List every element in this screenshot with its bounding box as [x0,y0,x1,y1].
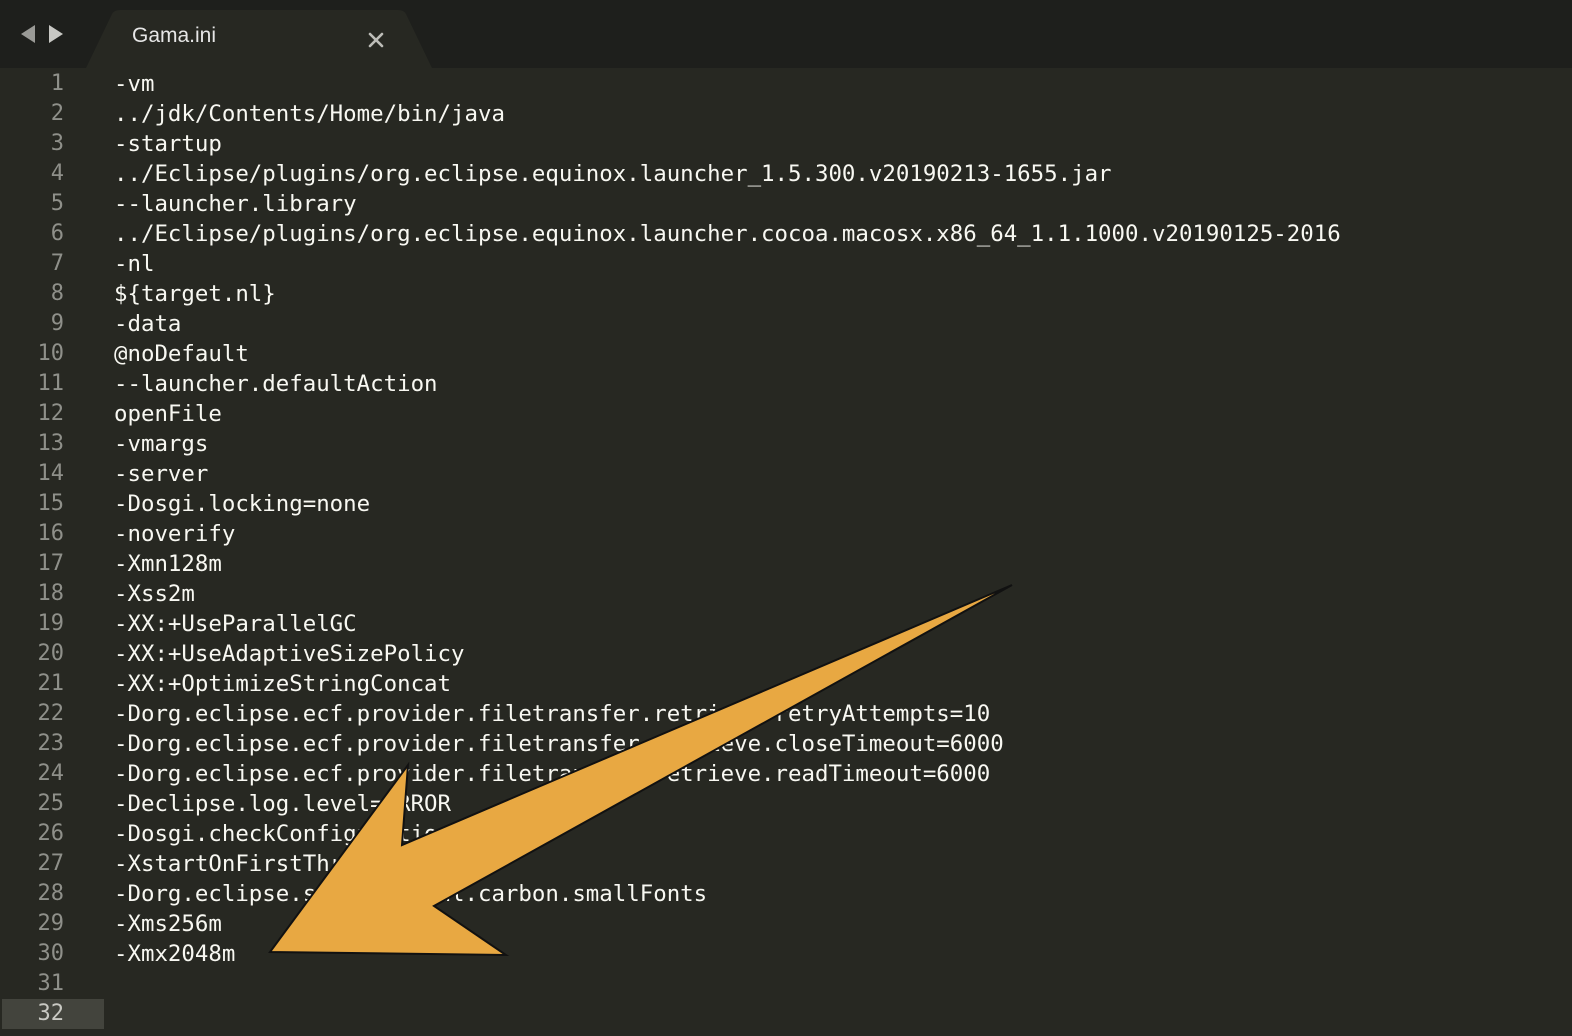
code-line[interactable]: -Dorg.eclipse.ecf.provider.filetransfer.… [114,759,990,789]
code-line[interactable]: -data [114,309,181,339]
line-number: 18 [37,581,65,606]
tab-title: Gama.ini [132,24,217,47]
code-line[interactable]: -Xss2m [114,579,195,609]
line-number: 5 [50,191,64,216]
line-number-gutter: 1 2 3 4 5 6 7 8 9 10 11 12 13 14 15 16 17 18 19 20 21 22 23 24 2… [0,68,104,1036]
line-number: 31 [37,971,65,996]
code-line[interactable]: -Dorg.eclipse.ecf.provider.filetransfer.… [114,729,1004,759]
line-number: 12 [37,401,65,426]
line-number: 25 [37,791,65,816]
line-number: 13 [37,431,65,456]
code-line[interactable]: ../Eclipse/plugins/org.eclipse.equinox.l… [114,159,1112,189]
line-number: 26 [37,821,65,846]
code-line[interactable]: --launcher.library [114,189,357,219]
code-line[interactable]: -vmargs [114,429,208,459]
forward-button[interactable] [46,22,66,46]
line-number: 15 [37,491,65,516]
code-line[interactable]: openFile [114,399,222,429]
code-line[interactable]: -Xms256m [114,909,222,939]
code-line[interactable]: -Dorg.eclipse.swt.internal.carbon.smallF… [114,879,707,909]
tab-close-button[interactable] [366,30,386,50]
line-number: 3 [50,131,64,156]
line-number: 17 [37,551,65,576]
line-number: 16 [37,521,65,546]
code-line[interactable]: ../jdk/Contents/Home/bin/java [114,99,505,129]
line-number: 19 [37,611,65,636]
line-number: 4 [50,161,64,186]
code-line[interactable]: -XX:+UseParallelGC [114,609,357,639]
line-number: 2 [50,101,64,126]
code-area[interactable]: -vm ../jdk/Contents/Home/bin/java -startup… [114,68,1564,1036]
code-line[interactable]: -startup [114,129,222,159]
code-line[interactable]: -Xmx2048m [114,939,235,969]
line-number: 6 [50,221,64,246]
code-line[interactable]: @noDefault [114,339,249,369]
line-number: 23 [37,731,65,756]
editor-window: Gama.ini 1 2 3 4 5 6 7 8 9 10 11 12 13 14 15 16 17 18 19 20… [0,0,1572,1036]
code-editor[interactable]: 1 2 3 4 5 6 7 8 9 10 11 12 13 14 15 16 17 18 19 20 21 22 23 24 2… [0,68,1572,1036]
line-number: 11 [37,371,65,396]
triangle-right-icon [49,25,63,43]
back-button[interactable] [18,22,38,46]
tab-bar: Gama.ini [0,0,1572,68]
code-line[interactable]: -Dorg.eclipse.ecf.provider.filetransfer.… [114,699,990,729]
line-number: 9 [50,311,64,336]
code-line[interactable]: -Xmn128m [114,549,222,579]
tab-gama-ini[interactable]: Gama.ini [86,10,432,68]
code-line[interactable]: -XX:+OptimizeStringConcat [114,669,451,699]
code-line[interactable]: -Declipse.log.level=ERROR [114,789,451,819]
code-line[interactable]: -XX:+UseAdaptiveSizePolicy [114,639,465,669]
line-number: 28 [37,881,65,906]
line-number: 27 [37,851,65,876]
line-number: 7 [50,251,64,276]
line-number: 29 [37,911,65,936]
code-line[interactable]: ${target.nl} [114,279,276,309]
line-number: 24 [37,761,65,786]
code-line[interactable]: -XstartOnFirstThread [114,849,384,879]
code-line[interactable]: -nl [114,249,154,279]
code-line[interactable]: -server [114,459,208,489]
triangle-left-icon [21,25,35,43]
line-number: 21 [37,671,65,696]
line-number: 32 [37,1001,65,1026]
line-number: 1 [50,71,64,96]
code-line[interactable]: -Dosgi.checkConfiguration=true [114,819,518,849]
code-line[interactable]: --launcher.defaultAction [114,369,438,399]
code-line[interactable]: -vm [114,69,154,99]
line-number: 8 [50,281,64,306]
line-number: 20 [37,641,65,666]
line-number: 10 [37,341,65,366]
code-line[interactable]: -noverify [114,519,235,549]
code-line[interactable]: ../Eclipse/plugins/org.eclipse.equinox.l… [114,219,1341,249]
line-number: 30 [37,941,65,966]
line-number: 14 [37,461,65,486]
line-number: 22 [37,701,65,726]
close-x-icon [368,32,384,48]
code-line[interactable]: -Dosgi.locking=none [114,489,370,519]
